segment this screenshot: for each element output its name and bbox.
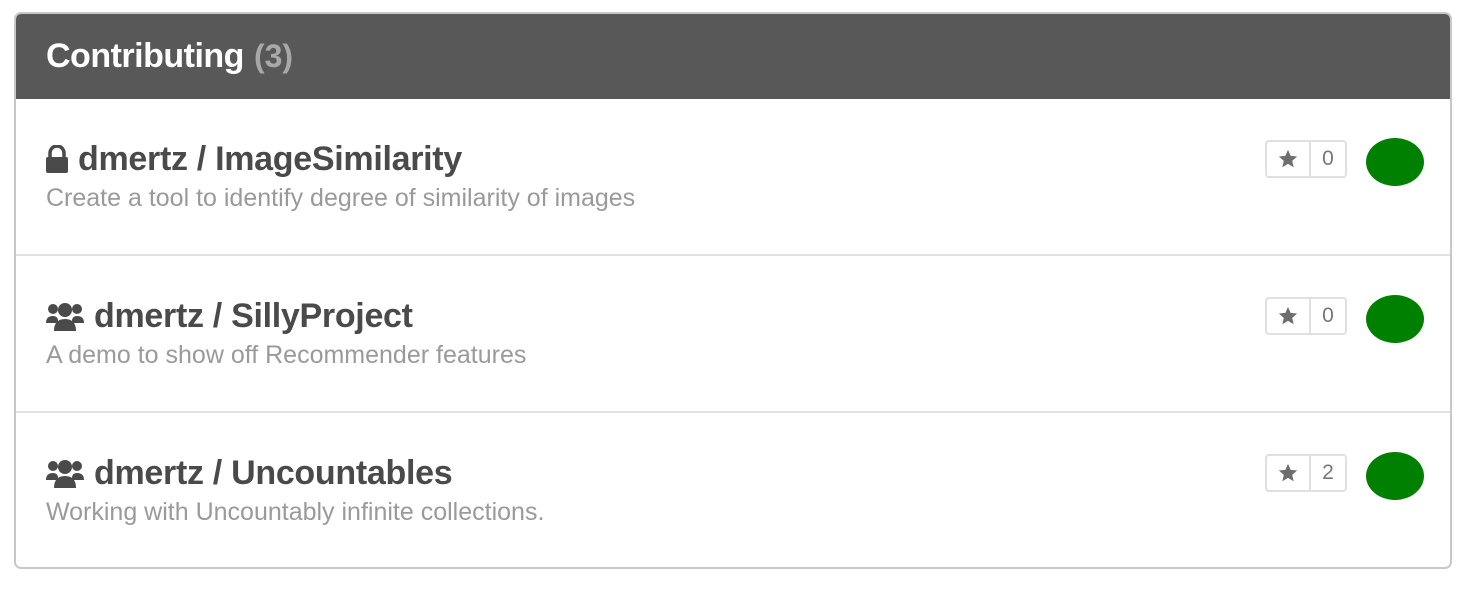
repo-description: A demo to show off Recommender features <box>46 341 527 369</box>
star-widget: 0 <box>1265 140 1347 178</box>
star-button[interactable] <box>1267 456 1311 490</box>
status-indicator <box>1366 452 1424 500</box>
repo-name-line: dmertz / ImageSimilarity <box>46 137 462 181</box>
repo-link[interactable]: dmertz / SillyProject <box>94 297 413 336</box>
panel-header: Contributing (3) <box>16 14 1450 99</box>
users-icon <box>46 458 84 488</box>
star-count[interactable]: 0 <box>1311 299 1345 333</box>
star-widget: 2 <box>1265 454 1347 492</box>
lock-icon <box>46 145 68 173</box>
repo-description: Working with Uncountably infinite collec… <box>46 498 545 526</box>
star-icon <box>1278 463 1298 482</box>
repo-name-line: dmertz / Uncountables <box>46 451 453 495</box>
contributing-panel: Contributing (3) dmertz / ImageSimilarit… <box>14 12 1452 569</box>
repo-description: Create a tool to identify degree of simi… <box>46 184 636 212</box>
status-indicator <box>1366 295 1424 343</box>
repo-link[interactable]: dmertz / ImageSimilarity <box>78 140 462 179</box>
status-indicator <box>1366 138 1424 186</box>
star-count[interactable]: 0 <box>1311 142 1345 176</box>
star-icon <box>1278 306 1298 325</box>
repo-row: dmertz / ImageSimilarity Create a tool t… <box>16 99 1450 256</box>
repo-list: dmertz / ImageSimilarity Create a tool t… <box>16 99 1450 567</box>
repo-name-line: dmertz / SillyProject <box>46 294 413 338</box>
star-count[interactable]: 2 <box>1311 456 1345 490</box>
star-icon <box>1278 149 1298 168</box>
repo-row: dmertz / SillyProject A demo to show off… <box>16 256 1450 413</box>
repo-link[interactable]: dmertz / Uncountables <box>94 454 453 493</box>
panel-title: Contributing <box>46 37 244 75</box>
star-button[interactable] <box>1267 299 1311 333</box>
panel-count: (3) <box>253 38 294 74</box>
star-widget: 0 <box>1265 297 1347 335</box>
users-icon <box>46 301 84 331</box>
star-button[interactable] <box>1267 142 1311 176</box>
repo-row: dmertz / Uncountables Working with Uncou… <box>16 413 1450 567</box>
